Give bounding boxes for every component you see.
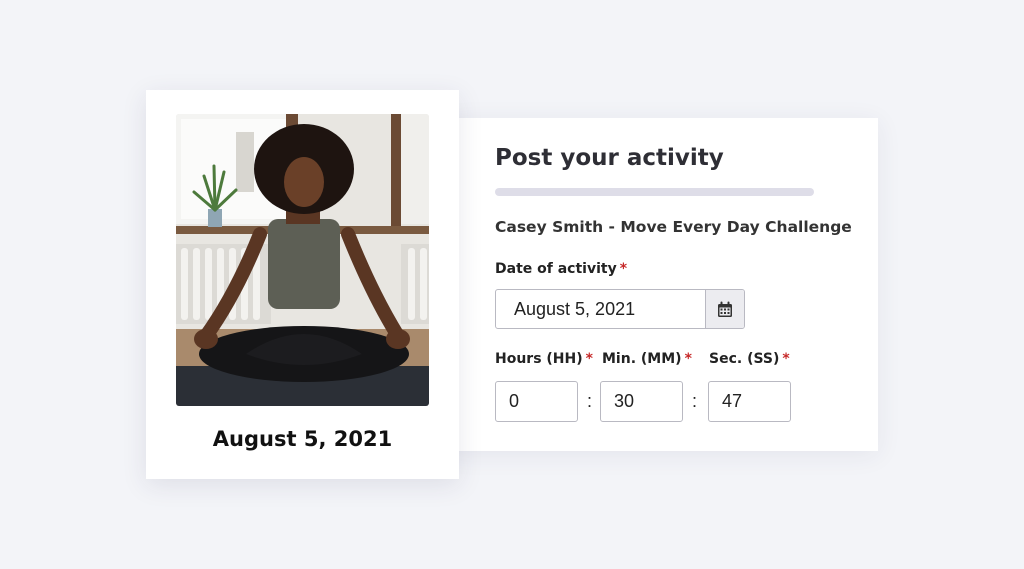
required-marker: * [684, 351, 692, 367]
minutes-label-text: Min. (MM) [602, 351, 682, 367]
seconds-label-text: Sec. (SS) [709, 351, 780, 367]
hours-label-text: Hours (HH) [495, 351, 583, 367]
photo-card: August 5, 2021 [146, 90, 459, 479]
seconds-label: Sec. (SS) * [709, 351, 790, 367]
hours-input[interactable]: 0 [495, 381, 578, 422]
hours-label: Hours (HH) * [495, 351, 593, 367]
activity-form-card: Post your activity Casey Smith - Move Ev… [448, 118, 878, 451]
date-input[interactable]: August 5, 2021 [495, 289, 745, 329]
seconds-input[interactable]: 47 [708, 381, 791, 422]
time-separator: : [692, 391, 698, 411]
activity-photo [176, 114, 429, 406]
progress-bar [495, 188, 814, 196]
photo-date: August 5, 2021 [212, 427, 393, 451]
form-title: Post your activity [495, 145, 724, 171]
minutes-input[interactable]: 30 [600, 381, 683, 422]
date-input-value[interactable]: August 5, 2021 [496, 290, 705, 328]
minutes-label: Min. (MM) * [602, 351, 692, 367]
time-separator: : [587, 391, 593, 411]
date-label: Date of activity * [495, 261, 627, 277]
required-marker: * [782, 351, 790, 367]
challenge-name: Casey Smith - Move Every Day Challenge [495, 218, 852, 236]
calendar-icon [718, 301, 732, 317]
calendar-button[interactable] [705, 290, 744, 328]
required-marker: * [619, 261, 628, 277]
required-marker: * [585, 351, 593, 367]
date-label-text: Date of activity [495, 261, 617, 277]
